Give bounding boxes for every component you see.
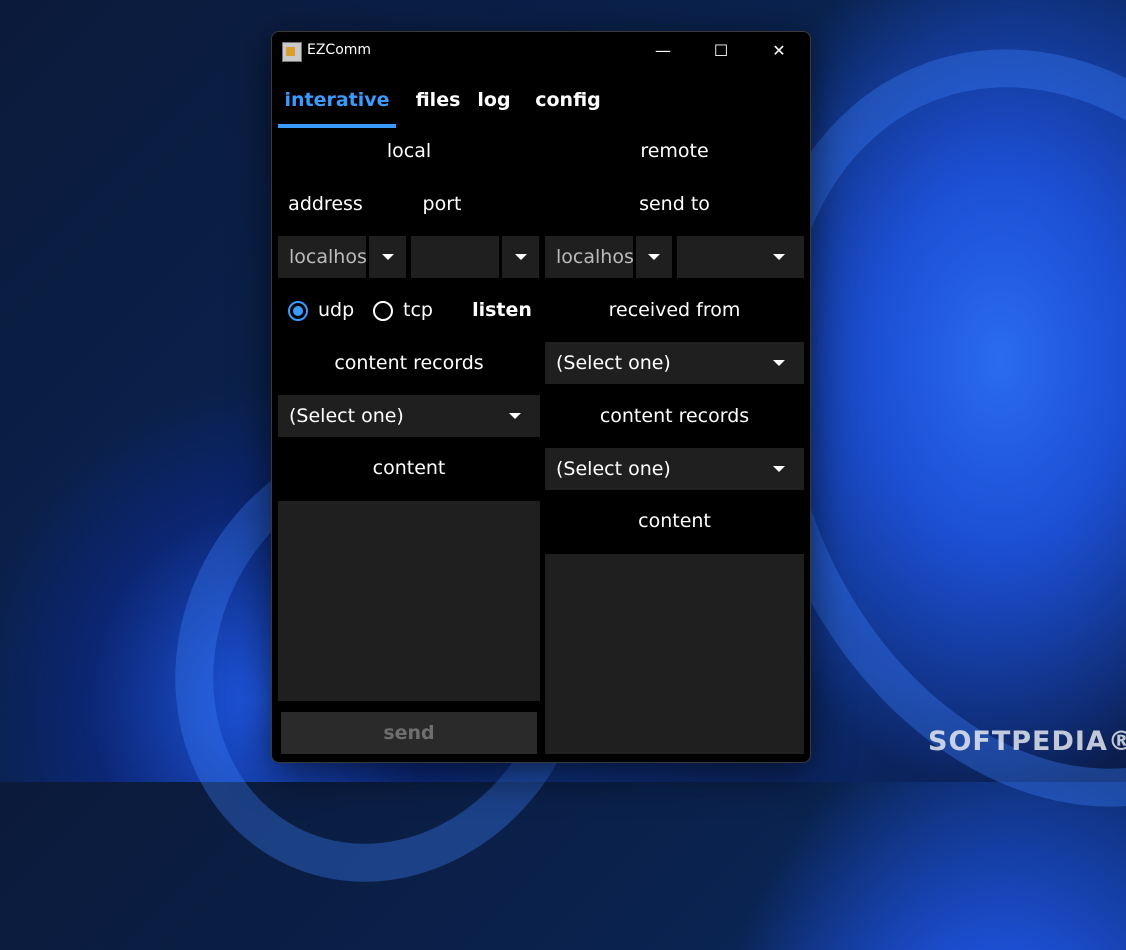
local-content-label: content bbox=[372, 457, 446, 479]
remote-content-records-value: (Select one) bbox=[556, 458, 671, 480]
chevron-down-icon bbox=[648, 254, 660, 260]
send-to-label: send to bbox=[639, 193, 710, 215]
maximize-button[interactable]: ☐ bbox=[692, 32, 750, 70]
chevron-down-icon bbox=[773, 254, 785, 260]
udp-radio[interactable] bbox=[288, 301, 308, 321]
listen-button[interactable]: listen bbox=[462, 299, 542, 321]
local-content-records-value: (Select one) bbox=[289, 405, 404, 427]
address-label: address bbox=[288, 193, 363, 215]
tab-log[interactable]: log bbox=[473, 75, 515, 128]
received-from-value: (Select one) bbox=[556, 352, 671, 374]
chevron-down-icon bbox=[773, 466, 785, 472]
local-content-textarea[interactable] bbox=[278, 501, 540, 701]
remote-address-dropdown[interactable] bbox=[636, 236, 672, 278]
local-heading: local bbox=[386, 140, 432, 162]
tcp-label: tcp bbox=[403, 299, 433, 321]
local-address-field[interactable]: localhost bbox=[278, 236, 366, 278]
remote-content-records-label: content records bbox=[599, 405, 750, 427]
remote-content-records-select[interactable]: (Select one) bbox=[545, 448, 804, 490]
received-from-select[interactable]: (Select one) bbox=[545, 342, 804, 384]
local-address-dropdown[interactable] bbox=[369, 236, 406, 278]
send-button[interactable]: send bbox=[281, 712, 537, 754]
remote-content-textarea[interactable] bbox=[545, 554, 804, 754]
tab-interative[interactable]: interative bbox=[278, 75, 396, 128]
udp-label: udp bbox=[318, 299, 355, 321]
remote-address-field[interactable]: localhost bbox=[545, 236, 633, 278]
local-content-records-select[interactable]: (Select one) bbox=[278, 395, 540, 437]
window-title: EZComm bbox=[307, 42, 372, 58]
local-port-field[interactable] bbox=[411, 236, 499, 278]
chevron-down-icon bbox=[514, 254, 527, 260]
local-content-records-label: content records bbox=[334, 352, 484, 374]
local-port-dropdown[interactable] bbox=[502, 236, 539, 278]
tab-config[interactable]: config bbox=[528, 75, 608, 128]
minimize-button[interactable]: — bbox=[634, 32, 692, 70]
remote-heading: remote bbox=[640, 140, 709, 162]
tab-files[interactable]: files bbox=[403, 75, 473, 128]
received-from-label: received from bbox=[608, 299, 741, 321]
tcp-radio[interactable] bbox=[373, 301, 393, 321]
chevron-down-icon bbox=[381, 254, 394, 260]
app-window: EZComm — ☐ ✕ interative files log config… bbox=[271, 31, 811, 763]
chevron-down-icon bbox=[773, 360, 785, 366]
remote-content-label: content bbox=[638, 510, 711, 532]
softpedia-watermark: SOFTPEDIA® bbox=[928, 726, 1126, 757]
chevron-down-icon bbox=[509, 413, 521, 419]
title-bar[interactable]: EZComm — ☐ ✕ bbox=[272, 32, 810, 70]
app-icon bbox=[282, 42, 302, 62]
remote-port-select[interactable] bbox=[677, 236, 804, 278]
close-button[interactable]: ✕ bbox=[750, 32, 808, 70]
port-label: port bbox=[422, 193, 462, 215]
